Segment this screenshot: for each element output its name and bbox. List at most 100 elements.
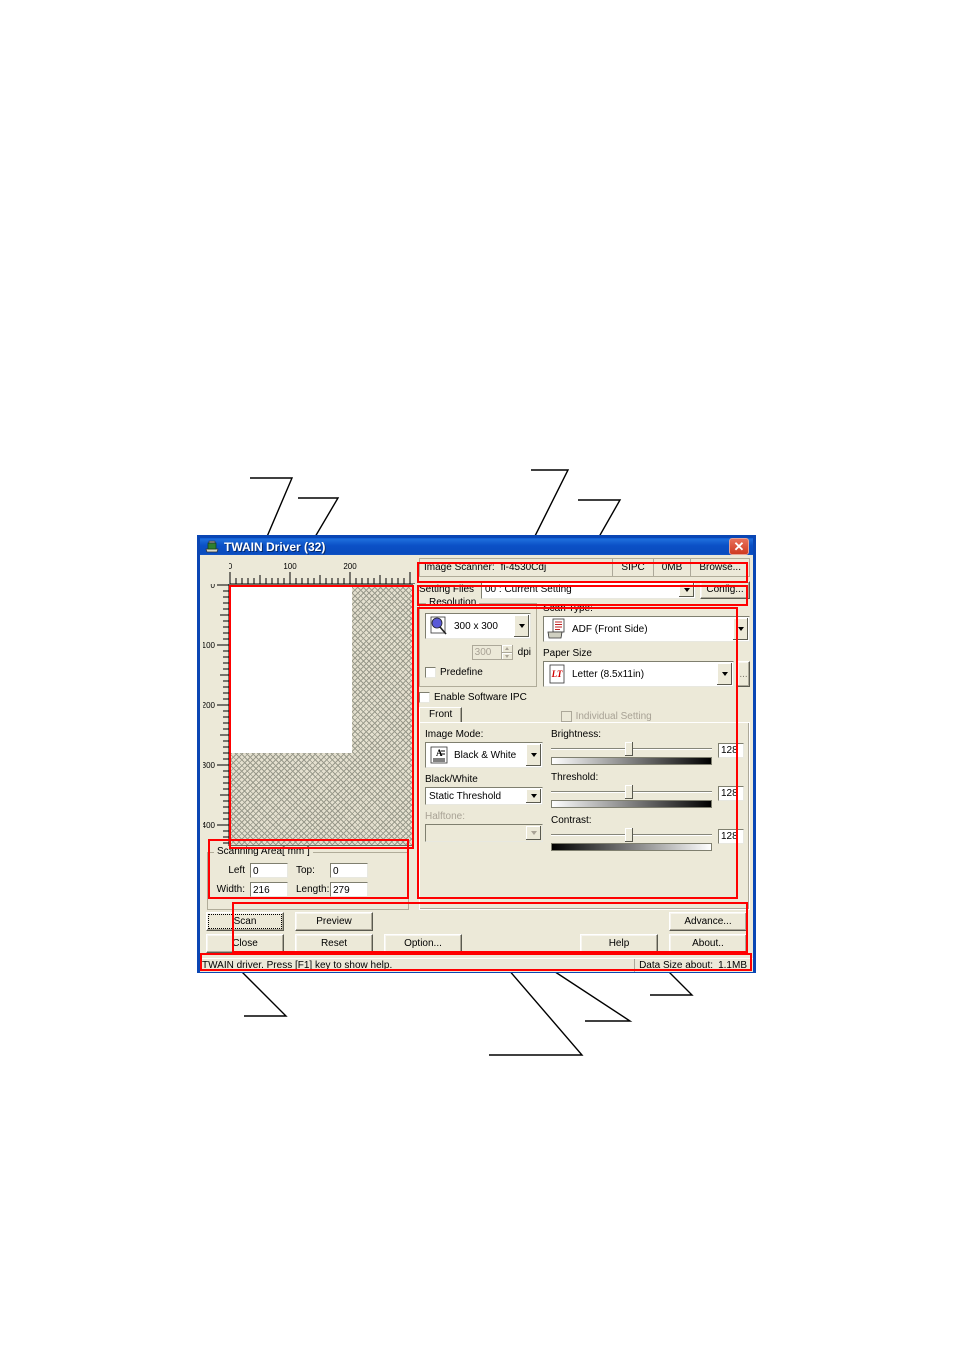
- width-input[interactable]: 216: [250, 882, 288, 897]
- button-bar: Scan Preview Advance... Close Reset Opti…: [203, 910, 750, 958]
- image-mode-combo[interactable]: A Black & White: [425, 742, 543, 768]
- help-button[interactable]: Help: [580, 934, 658, 953]
- threshold-track[interactable]: [551, 785, 712, 799]
- length-input[interactable]: 279: [330, 882, 368, 897]
- front-tab-panel: Image Mode: A Black & White Black/White …: [419, 722, 750, 910]
- paper-size-combo[interactable]: LT Letter (8.5x11in): [543, 661, 734, 687]
- svg-text:0: 0: [229, 562, 233, 571]
- predefine-row[interactable]: Predefine: [425, 667, 531, 678]
- dpi-label: dpi: [517, 647, 531, 658]
- paper-size-more-button[interactable]: ...: [737, 661, 750, 687]
- reset-button[interactable]: Reset: [295, 934, 373, 953]
- scan-type-value: ADF (Front Side): [572, 623, 648, 635]
- dpi-stepper-up[interactable]: [501, 645, 513, 653]
- svg-text:200: 200: [203, 701, 216, 710]
- black-white-combo[interactable]: Static Threshold: [425, 787, 543, 805]
- brightness-value[interactable]: 128: [718, 743, 744, 758]
- about-button[interactable]: About..: [669, 934, 747, 953]
- scanning-area-legend: Scanning Area[ mm ]: [214, 846, 313, 857]
- chevron-down-icon[interactable]: [526, 789, 541, 803]
- svg-text:300: 300: [203, 761, 216, 770]
- svg-text:400: 400: [203, 821, 216, 830]
- image-scanner-value: fi-4530Cdj: [500, 562, 547, 573]
- resolution-legend: Resolution: [426, 597, 480, 608]
- image-scanner-label: Image Scanner:: [424, 562, 495, 573]
- length-label: Length:: [296, 884, 330, 895]
- preview-pane: 0 100 200 0 100 200 300 400: [203, 558, 415, 848]
- scanning-area-row-2: Width: 216 Length: 279: [214, 882, 402, 897]
- width-label: Width:: [216, 884, 245, 895]
- option-button[interactable]: Option...: [384, 934, 462, 953]
- contrast-track[interactable]: [551, 828, 712, 842]
- resolution-combo[interactable]: 300 x 300: [425, 613, 531, 639]
- chevron-down-icon[interactable]: [526, 744, 541, 766]
- dpi-stepper[interactable]: [501, 645, 513, 660]
- enable-ipc-label: Enable Software IPC: [434, 692, 527, 703]
- setting-files-label: Setting Files: [419, 584, 475, 595]
- svg-text:LT: LT: [551, 669, 563, 679]
- setting-files-value: 00 : Current Setting: [485, 584, 572, 595]
- adjustments-column: Brightness: 128 Threshold: 128 Contrast:…: [551, 729, 744, 904]
- button-row-2: Close Reset Option... Help About..: [206, 934, 747, 953]
- preview-canvas[interactable]: [229, 584, 413, 846]
- individual-setting-checkbox[interactable]: [560, 711, 572, 722]
- threshold-thumb[interactable]: [625, 785, 634, 799]
- threshold-block: Threshold: 128: [551, 772, 744, 808]
- resolution-scantype-row: Resolution 300 x 300 300 dpi Predefine S…: [419, 597, 750, 687]
- setting-files-combo[interactable]: 00 : Current Setting: [481, 580, 696, 599]
- left-input[interactable]: 0: [250, 863, 288, 878]
- svg-text:200: 200: [343, 562, 357, 571]
- brightness-block: Brightness: 128: [551, 729, 744, 765]
- chevron-down-icon[interactable]: [514, 615, 529, 637]
- scan-button[interactable]: Scan: [206, 912, 284, 931]
- contrast-block: Contrast: 128: [551, 815, 744, 851]
- brightness-track[interactable]: [551, 742, 712, 756]
- dpi-stepper-down[interactable]: [501, 652, 513, 660]
- contrast-row: 128: [551, 828, 744, 851]
- config-button[interactable]: Config...: [700, 580, 750, 599]
- brightness-thumb[interactable]: [625, 742, 634, 756]
- brightness-gradient: [551, 757, 712, 765]
- threshold-value[interactable]: 128: [718, 786, 744, 801]
- resolution-group: Resolution 300 x 300 300 dpi Predefine: [419, 597, 537, 687]
- scan-type-combo[interactable]: ADF (Front Side): [543, 616, 750, 642]
- status-bar: TWAIN driver. Press [F1] key to show hel…: [200, 958, 753, 972]
- chevron-down-icon[interactable]: [679, 582, 694, 597]
- contrast-slider[interactable]: [551, 828, 712, 851]
- button-row-1: Scan Preview Advance...: [206, 912, 747, 931]
- paper-size-row: LT Letter (8.5x11in) ...: [543, 661, 750, 687]
- enable-ipc-row[interactable]: Enable Software IPC: [419, 692, 750, 703]
- status-divider: [634, 959, 636, 972]
- brightness-slider[interactable]: [551, 742, 712, 765]
- tab-front[interactable]: Front: [419, 707, 463, 722]
- enable-ipc-checkbox[interactable]: [419, 692, 430, 703]
- advance-button[interactable]: Advance...: [669, 912, 747, 931]
- predefine-label: Predefine: [440, 667, 483, 678]
- horizontal-ruler: 0 100 200: [229, 558, 415, 584]
- title-bar[interactable]: TWAIN Driver (32) ✕: [197, 535, 756, 555]
- individual-setting-row[interactable]: Individual Setting: [462, 711, 750, 722]
- contrast-thumb[interactable]: [625, 828, 634, 842]
- resolution-icon: [430, 616, 447, 635]
- close-button[interactable]: Close: [206, 934, 284, 953]
- chevron-down-icon[interactable]: [717, 663, 732, 685]
- scanning-area-group: Scanning Area[ mm ] Left 0 Top: 0 Width:…: [207, 846, 409, 910]
- dpi-input[interactable]: 300: [471, 645, 502, 660]
- top-label: Top:: [296, 865, 315, 876]
- black-white-mode-icon: A: [430, 746, 448, 764]
- chevron-down-icon[interactable]: [733, 618, 748, 640]
- contrast-gradient: [551, 843, 712, 851]
- tab-strip: Front Individual Setting: [419, 706, 750, 722]
- chevron-down-icon: [526, 826, 541, 840]
- top-input[interactable]: 0: [330, 863, 368, 878]
- threshold-gradient: [551, 800, 712, 808]
- browse-button[interactable]: Browse...: [690, 559, 749, 576]
- threshold-row: 128: [551, 785, 744, 808]
- scan-region-selection[interactable]: [230, 585, 352, 753]
- contrast-value[interactable]: 128: [718, 829, 744, 844]
- predefine-checkbox[interactable]: [425, 667, 436, 678]
- preview-button[interactable]: Preview: [295, 912, 373, 931]
- image-mode-label: Image Mode:: [425, 729, 484, 740]
- close-icon[interactable]: ✕: [729, 538, 749, 555]
- threshold-slider[interactable]: [551, 785, 712, 808]
